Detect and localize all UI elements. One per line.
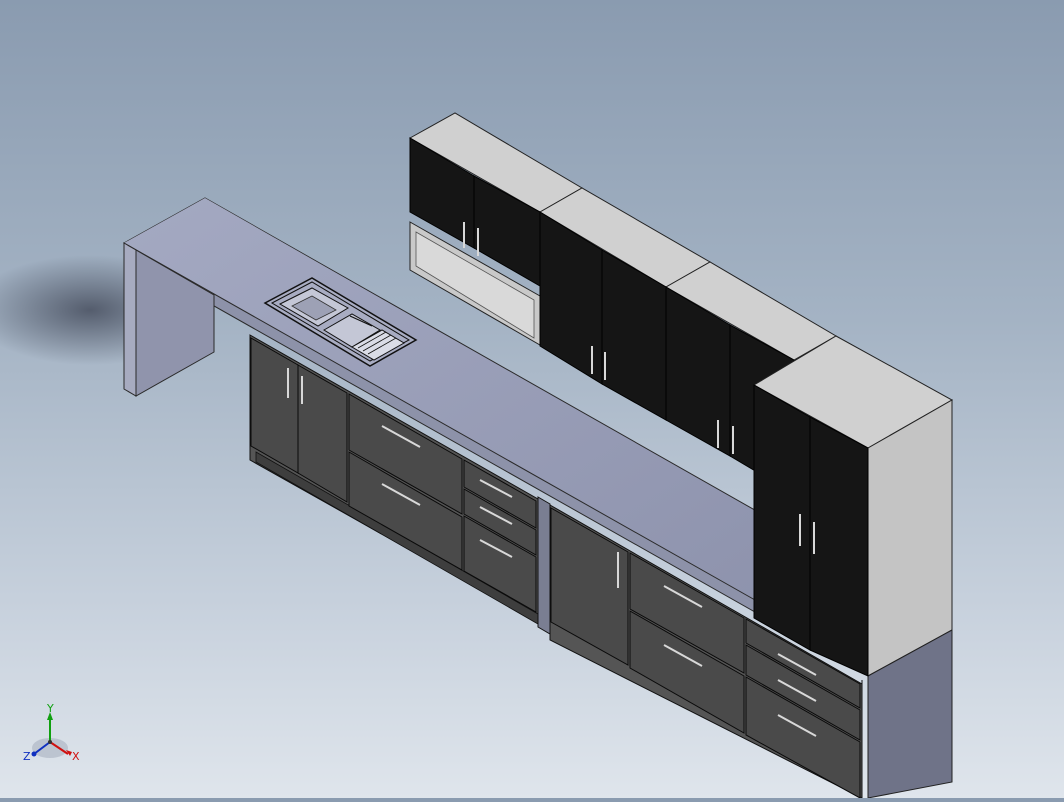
triad-x-label: X [72, 750, 80, 763]
model-canvas: Y X Z [0, 112, 954, 799]
graphics-viewport[interactable]: Y X Z [0, 0, 1064, 799]
wall-cabinet-door[interactable] [809, 416, 869, 677]
triad-z-label: Z [23, 750, 31, 763]
triad-y-label: Y [46, 702, 54, 715]
divider-panel [537, 496, 551, 635]
countertop-leg-front [123, 242, 137, 397]
tall-cabinet-side [867, 399, 953, 677]
wall-cabinet-door[interactable] [753, 384, 811, 651]
view-triad[interactable]: Y X Z [23, 702, 80, 763]
